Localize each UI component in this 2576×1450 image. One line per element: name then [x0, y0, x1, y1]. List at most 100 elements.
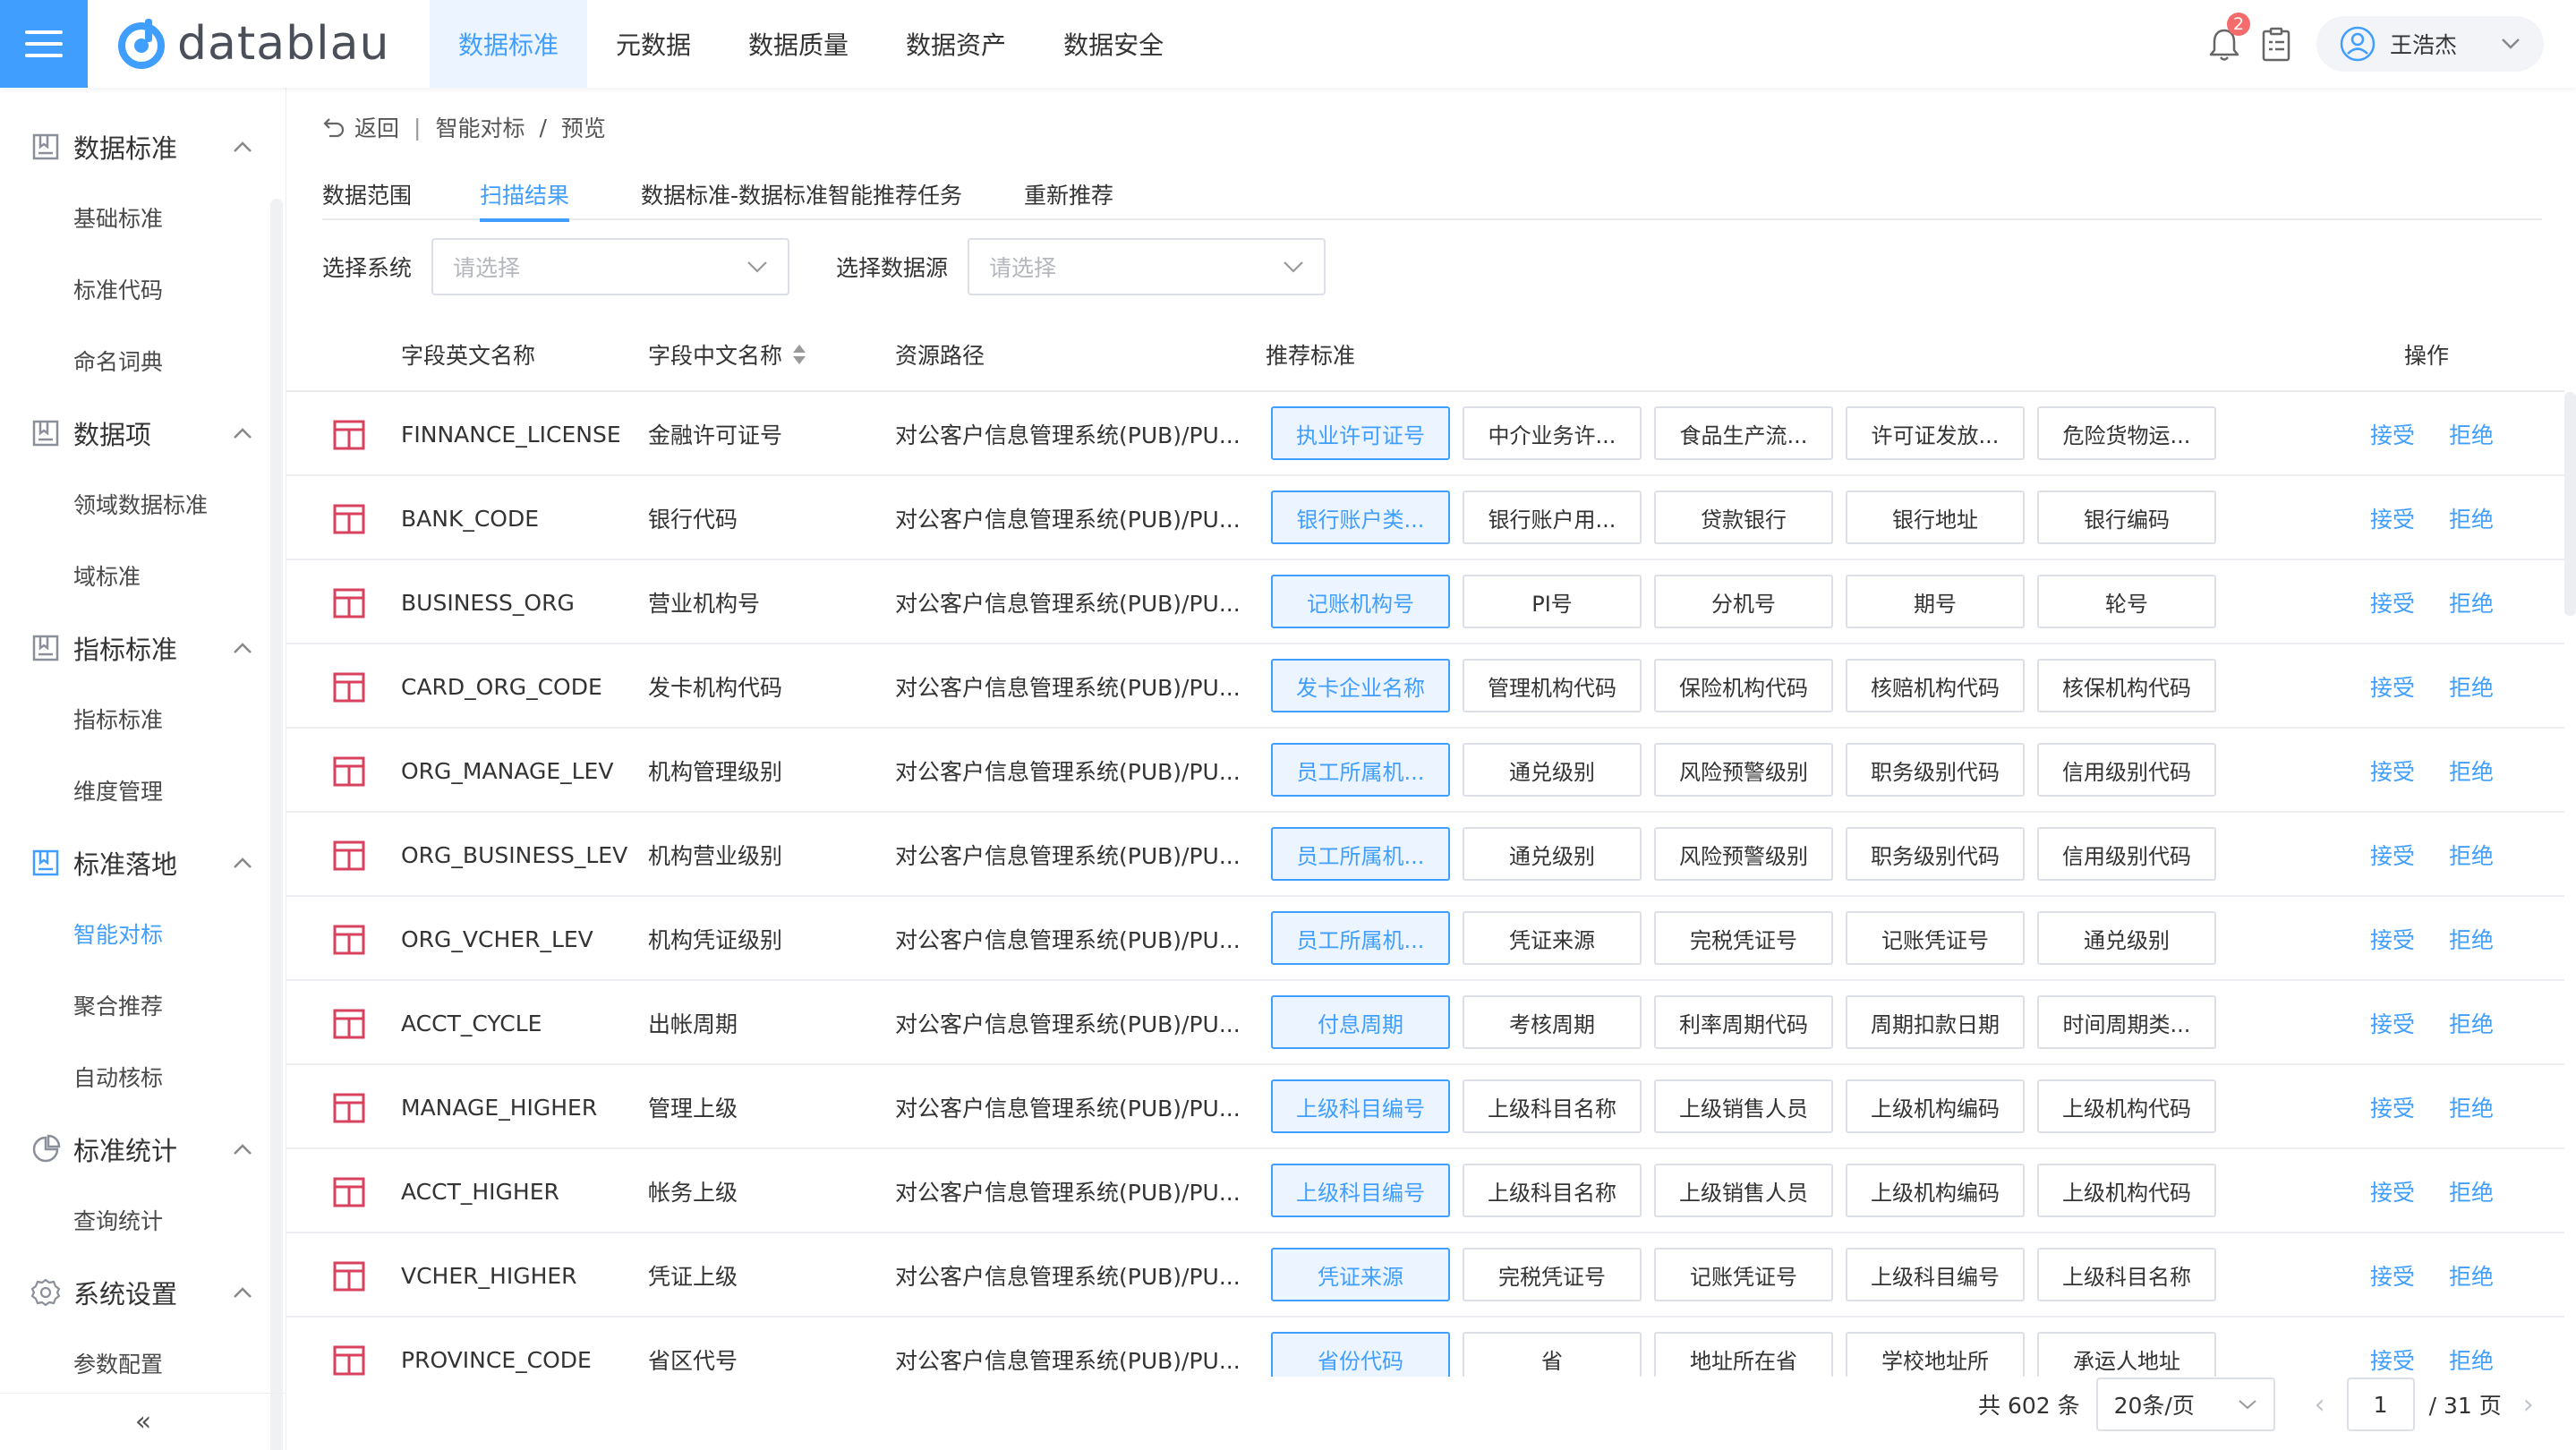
accept-button[interactable]: 接受 [2370, 644, 2415, 729]
accept-button[interactable]: 接受 [2370, 560, 2415, 644]
source-select[interactable]: 请选择 [968, 238, 1326, 295]
recommended-standard-chip[interactable]: 员工所属机... [1271, 827, 1450, 881]
recommended-standard-chip[interactable]: 保险机构代码 [1654, 659, 1833, 712]
reject-button[interactable]: 拒绝 [2449, 1233, 2494, 1318]
sidebar-item-domain-standard[interactable]: 域标准 [0, 544, 269, 607]
recommended-standard-chip[interactable]: 职务级别代码 [1846, 827, 2025, 881]
sidebar-group-metric-standard[interactable]: 指标标准 [0, 612, 286, 684]
recommended-standard-chip[interactable]: 员工所属机... [1271, 743, 1450, 797]
reject-button[interactable]: 拒绝 [2449, 813, 2494, 897]
reject-button[interactable]: 拒绝 [2449, 729, 2494, 813]
task-list-icon[interactable] [2261, 27, 2291, 63]
prev-page-button[interactable]: ‹ [2302, 1378, 2338, 1431]
recommended-standard-chip[interactable]: 记账凭证号 [1846, 911, 2025, 965]
recommended-standard-chip[interactable]: 上级机构编码 [1846, 1079, 2025, 1133]
app-logo[interactable]: datablau [115, 16, 389, 72]
tab-re-recommend[interactable]: 重新推荐 [1024, 168, 1113, 220]
user-menu[interactable]: 王浩杰 [2316, 16, 2544, 72]
sidebar-item-standard-code[interactable]: 标准代码 [0, 258, 269, 320]
recommended-standard-chip[interactable]: 考核周期 [1463, 995, 1642, 1049]
sidebar-item-basic-standard[interactable]: 基础标准 [0, 186, 269, 249]
recommended-standard-chip[interactable]: 银行地址 [1846, 490, 2025, 544]
recommended-standard-chip[interactable]: 信用级别代码 [2037, 827, 2216, 881]
sidebar-item-metric-standard[interactable]: 指标标准 [0, 687, 269, 750]
sidebar-group-data-standard[interactable]: 数据标准 [0, 111, 286, 183]
recommended-standard-chip[interactable]: 食品生产流... [1654, 406, 1833, 460]
sidebar-group-standard-statistics[interactable]: 标准统计 [0, 1113, 286, 1185]
nav-item-data-standard[interactable]: 数据标准 [430, 0, 588, 88]
recommended-standard-chip[interactable]: 通兑级别 [1463, 827, 1642, 881]
recommended-standard-chip[interactable]: 记账机构号 [1271, 575, 1450, 628]
sidebar-item-query-statistics[interactable]: 查询统计 [0, 1189, 269, 1251]
reject-button[interactable]: 拒绝 [2449, 560, 2494, 644]
recommended-standard-chip[interactable]: 上级科目编号 [1271, 1079, 1450, 1133]
accept-button[interactable]: 接受 [2370, 392, 2415, 476]
back-button[interactable]: 返回 [322, 111, 399, 143]
nav-item-data-assets[interactable]: 数据资产 [877, 0, 1035, 88]
recommended-standard-chip[interactable]: 上级科目编号 [1846, 1248, 2025, 1301]
recommended-standard-chip[interactable]: 上级机构代码 [2037, 1164, 2216, 1217]
breadcrumb-item-smart-matching[interactable]: 智能对标 [435, 111, 525, 143]
recommended-standard-chip[interactable]: 风险预警级别 [1654, 827, 1833, 881]
nav-item-metadata[interactable]: 元数据 [587, 0, 720, 88]
recommended-standard-chip[interactable]: 通兑级别 [2037, 911, 2216, 965]
recommended-standard-chip[interactable]: 上级销售人员 [1654, 1079, 1833, 1133]
recommended-standard-chip[interactable]: 凭证来源 [1271, 1248, 1450, 1301]
recommended-standard-chip[interactable]: 银行账户类... [1271, 490, 1450, 544]
accept-button[interactable]: 接受 [2370, 1065, 2415, 1149]
recommended-standard-chip[interactable]: 轮号 [2037, 575, 2216, 628]
recommended-standard-chip[interactable]: 上级科目编号 [1271, 1164, 1450, 1217]
recommended-standard-chip[interactable]: 上级销售人员 [1654, 1164, 1833, 1217]
reject-button[interactable]: 拒绝 [2449, 1149, 2494, 1233]
reject-button[interactable]: 拒绝 [2449, 897, 2494, 981]
reject-button[interactable]: 拒绝 [2449, 1065, 2494, 1149]
recommended-standard-chip[interactable]: 银行账户用... [1463, 490, 1642, 544]
recommended-standard-chip[interactable]: 通兑级别 [1463, 743, 1642, 797]
recommended-standard-chip[interactable]: 上级机构编码 [1846, 1164, 2025, 1217]
recommended-standard-chip[interactable]: 银行编码 [2037, 490, 2216, 544]
recommended-standard-chip[interactable]: 核保机构代码 [2037, 659, 2216, 712]
system-select[interactable]: 请选择 [431, 238, 790, 295]
sidebar-item-smart-matching[interactable]: 智能对标 [0, 902, 269, 965]
recommended-standard-chip[interactable]: 付息周期 [1271, 995, 1450, 1049]
tab-data-scope[interactable]: 数据范围 [322, 168, 412, 220]
accept-button[interactable]: 接受 [2370, 813, 2415, 897]
recommended-standard-chip[interactable]: 上级机构代码 [2037, 1079, 2216, 1133]
table-scrollbar[interactable] [2564, 392, 2576, 616]
page-number-input[interactable]: 1 [2346, 1378, 2415, 1431]
sidebar-group-data-items[interactable]: 数据项 [0, 397, 286, 469]
recommended-standard-chip[interactable]: 分机号 [1654, 575, 1833, 628]
nav-item-data-quality[interactable]: 数据质量 [720, 0, 877, 88]
recommended-standard-chip[interactable]: 记账凭证号 [1654, 1248, 1833, 1301]
recommended-standard-chip[interactable]: 上级科目名称 [1463, 1164, 1642, 1217]
recommended-standard-chip[interactable]: 贷款银行 [1654, 490, 1833, 544]
sidebar-item-domain-data-standard[interactable]: 领域数据标准 [0, 473, 269, 535]
reject-button[interactable]: 拒绝 [2449, 392, 2494, 476]
recommended-standard-chip[interactable]: 执业许可证号 [1271, 406, 1450, 460]
accept-button[interactable]: 接受 [2370, 897, 2415, 981]
accept-button[interactable]: 接受 [2370, 1149, 2415, 1233]
recommended-standard-chip[interactable]: 发卡企业名称 [1271, 659, 1450, 712]
recommended-standard-chip[interactable]: 管理机构代码 [1463, 659, 1642, 712]
sidebar-item-aggregate-recommend[interactable]: 聚合推荐 [0, 974, 269, 1036]
tab-recommend-task[interactable]: 数据标准-数据标准智能推荐任务 [641, 168, 962, 220]
reject-button[interactable]: 拒绝 [2449, 644, 2494, 729]
accept-button[interactable]: 接受 [2370, 981, 2415, 1065]
recommended-standard-chip[interactable]: 完税凭证号 [1654, 911, 1833, 965]
hamburger-menu-button[interactable] [0, 0, 88, 88]
recommended-standard-chip[interactable]: 上级科目名称 [1463, 1079, 1642, 1133]
next-page-button[interactable]: › [2511, 1378, 2546, 1431]
sidebar-item-dimension-management[interactable]: 维度管理 [0, 759, 269, 822]
sidebar-item-naming-dictionary[interactable]: 命名词典 [0, 329, 269, 392]
recommended-standard-chip[interactable]: 许可证发放... [1846, 406, 2025, 460]
sidebar-item-auto-verify[interactable]: 自动核标 [0, 1045, 269, 1108]
recommended-standard-chip[interactable]: 信用级别代码 [2037, 743, 2216, 797]
recommended-standard-chip[interactable]: 上级科目名称 [2037, 1248, 2216, 1301]
sidebar-collapse-button[interactable]: « [0, 1393, 286, 1450]
sidebar-scrollbar[interactable] [270, 199, 283, 1450]
recommended-standard-chip[interactable]: 核赔机构代码 [1846, 659, 2025, 712]
accept-button[interactable]: 接受 [2370, 729, 2415, 813]
sidebar-group-standard-landing[interactable]: 标准落地 [0, 827, 286, 899]
reject-button[interactable]: 拒绝 [2449, 476, 2494, 560]
accept-button[interactable]: 接受 [2370, 1233, 2415, 1318]
